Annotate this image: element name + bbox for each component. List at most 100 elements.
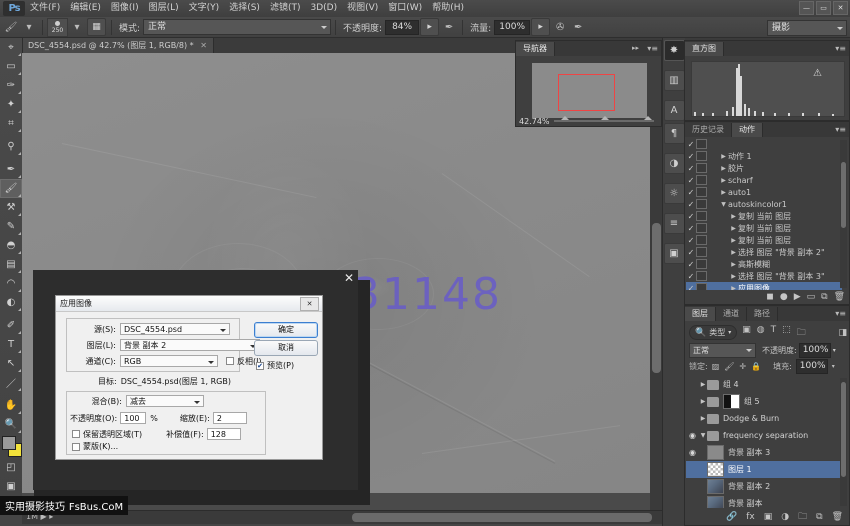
preview-row[interactable]: ✔ 预览(P): [256, 360, 294, 371]
layer-row[interactable]: 背景 副本 2: [686, 478, 843, 495]
layer-thumbnail[interactable]: [707, 462, 724, 477]
styles-icon[interactable]: ▣: [664, 243, 685, 264]
dialog-close-button[interactable]: ✕: [300, 297, 319, 311]
type-tool[interactable]: T: [0, 335, 22, 354]
document-tab[interactable]: DSC_4554.psd @ 42.7% (图层 1, RGB/8) * ✕: [22, 38, 214, 53]
lasso-tool[interactable]: ✑: [0, 76, 22, 95]
menu-item-4[interactable]: 文字(Y): [184, 0, 225, 17]
histogram-menu-icon[interactable]: ▾≡: [835, 44, 846, 53]
brush-tool[interactable]: 🖌: [0, 179, 22, 198]
brush-size-preview[interactable]: 250: [47, 18, 68, 37]
layer-row[interactable]: ▶Dodge & Burn: [686, 410, 843, 427]
layer-group-folder-icon[interactable]: [707, 380, 719, 390]
action-enabled-checkmark-icon[interactable]: ✓: [686, 224, 696, 233]
layer-thumbnail[interactable]: [707, 479, 724, 494]
gradient-tool[interactable]: ▤: [0, 255, 22, 274]
action-dialog-toggle-box[interactable]: [696, 283, 707, 290]
action-expand-icon[interactable]: ▶: [729, 249, 738, 256]
action-expand-icon[interactable]: ▼: [719, 201, 728, 208]
action-enabled-checkmark-icon[interactable]: ✓: [686, 272, 696, 281]
offset-input[interactable]: 128: [207, 428, 241, 440]
action-dialog-toggle-box[interactable]: [696, 247, 707, 257]
invert-checkbox[interactable]: [226, 357, 234, 365]
actions-button-1[interactable]: ●: [780, 292, 788, 302]
navigator-zoom-in-icon[interactable]: [644, 116, 652, 120]
layer-row[interactable]: 图层 1: [686, 461, 843, 478]
layer-row[interactable]: ▶组 4: [686, 376, 843, 393]
actions-button-4[interactable]: ⧉: [821, 292, 827, 302]
layers-button-0[interactable]: 🔗: [726, 512, 737, 522]
layer-filter-icon-0[interactable]: ▣: [742, 325, 751, 341]
flow-pressure-icon[interactable]: ▸: [531, 18, 550, 36]
workspace-select[interactable]: 摄影: [767, 20, 847, 36]
action-enabled-checkmark-icon[interactable]: ✓: [686, 260, 696, 269]
action-enabled-checkmark-icon[interactable]: ✓: [686, 200, 696, 209]
layer-row[interactable]: 背景 副本: [686, 495, 843, 509]
close-button[interactable]: ✕: [833, 1, 848, 15]
layer-opacity-input[interactable]: 100%: [799, 343, 831, 358]
quick-selection-tool[interactable]: ✦: [0, 95, 22, 114]
action-dialog-toggle-box[interactable]: [696, 235, 707, 245]
blend-select[interactable]: 减去: [126, 395, 204, 407]
layer-row[interactable]: ▶组 5: [686, 393, 843, 410]
action-row[interactable]: ✓▼autoskincolor1: [686, 198, 842, 210]
action-expand-icon[interactable]: ▶: [729, 225, 738, 232]
airbrush-icon[interactable]: ✇: [552, 19, 568, 35]
layers-button-3[interactable]: ◑: [781, 512, 789, 522]
actions-list[interactable]: ✓✓▶动作 1✓▶胶片✓▶scharf✓▶auto1✓▼autoskincolo…: [686, 138, 842, 290]
action-row[interactable]: ✓▶选择 图层 "背景 副本 2": [686, 246, 842, 258]
layer-filter-icon-1[interactable]: ◍: [757, 325, 765, 341]
source-select[interactable]: DSC_4554.psd: [120, 323, 230, 335]
layer-group-folder-icon[interactable]: [707, 397, 719, 407]
layer-row[interactable]: ◉背景 副本 3: [686, 444, 843, 461]
layers-scroll-thumb[interactable]: [841, 382, 846, 477]
maximize-button[interactable]: ▭: [816, 1, 831, 15]
action-dialog-toggle-box[interactable]: [696, 139, 707, 149]
history-brush-tool[interactable]: ✎: [0, 217, 22, 236]
blur-tool[interactable]: ◠: [0, 274, 22, 293]
healing-brush-tool[interactable]: ✒: [0, 160, 22, 179]
layers-button-4[interactable]: 🗀: [798, 509, 807, 525]
screen-mode-toggle[interactable]: ▣: [0, 477, 22, 496]
layer-lock-icon-1[interactable]: 🖌: [724, 362, 734, 371]
layer-list[interactable]: ▶组 4▶组 5▶Dodge & Burn◉▼frequency separat…: [686, 376, 843, 509]
menu-item-7[interactable]: 3D(D): [305, 0, 342, 17]
shape-tool[interactable]: ／: [0, 373, 22, 392]
tab-paths[interactable]: 路径: [747, 307, 778, 321]
histogram-chart[interactable]: ⚠: [691, 61, 845, 117]
clone-stamp-tool[interactable]: ⚒: [0, 198, 22, 217]
action-dialog-toggle-box[interactable]: [696, 223, 707, 233]
workspace-switcher[interactable]: 摄影: [767, 20, 847, 36]
layer-filter-icon-4[interactable]: 🗀: [797, 325, 806, 341]
layer-expand-icon[interactable]: ▶: [699, 415, 707, 422]
layer-thumbnail[interactable]: [707, 445, 724, 460]
eyedropper-tool[interactable]: ⚲: [0, 137, 22, 156]
brush-preset-chevron-icon[interactable]: ▾: [21, 19, 37, 35]
brush-tool-preset-icon[interactable]: 🖌: [3, 19, 19, 35]
layer-group-folder-icon[interactable]: [707, 414, 719, 424]
menu-item-5[interactable]: 选择(S): [224, 0, 265, 17]
action-enabled-checkmark-icon[interactable]: ✓: [686, 212, 696, 221]
action-expand-icon[interactable]: ▶: [719, 189, 728, 196]
actions-scroll-thumb[interactable]: [841, 162, 846, 228]
action-expand-icon[interactable]: ▶: [719, 165, 728, 172]
menu-item-10[interactable]: 帮助(H): [427, 0, 469, 17]
minimize-button[interactable]: —: [799, 1, 814, 15]
layer-expand-icon[interactable]: ▶: [699, 381, 707, 388]
action-dialog-toggle-box[interactable]: [696, 271, 707, 281]
action-dialog-toggle-box[interactable]: [696, 187, 707, 197]
preview-checkbox[interactable]: ✔: [256, 362, 264, 370]
action-dialog-toggle-box[interactable]: [696, 151, 707, 161]
layer-filter-toggle-icon[interactable]: ◨: [838, 328, 847, 338]
layer-expand-icon[interactable]: ▼: [699, 432, 707, 439]
navigator-zoom-slider[interactable]: [554, 120, 654, 122]
blend-mode-select[interactable]: 正常: [143, 19, 331, 35]
channel-select[interactable]: RGB: [120, 355, 218, 367]
menu-item-0[interactable]: 文件(F): [25, 0, 65, 17]
action-row[interactable]: ✓: [686, 138, 842, 150]
brush-panel-chevron-icon[interactable]: ▾: [69, 19, 85, 35]
pen-tool[interactable]: ✐: [0, 316, 22, 335]
layer-visibility-eye-icon[interactable]: ◉: [686, 448, 699, 457]
canvas-vscroll-thumb[interactable]: [652, 223, 661, 373]
action-enabled-checkmark-icon[interactable]: ✓: [686, 248, 696, 257]
